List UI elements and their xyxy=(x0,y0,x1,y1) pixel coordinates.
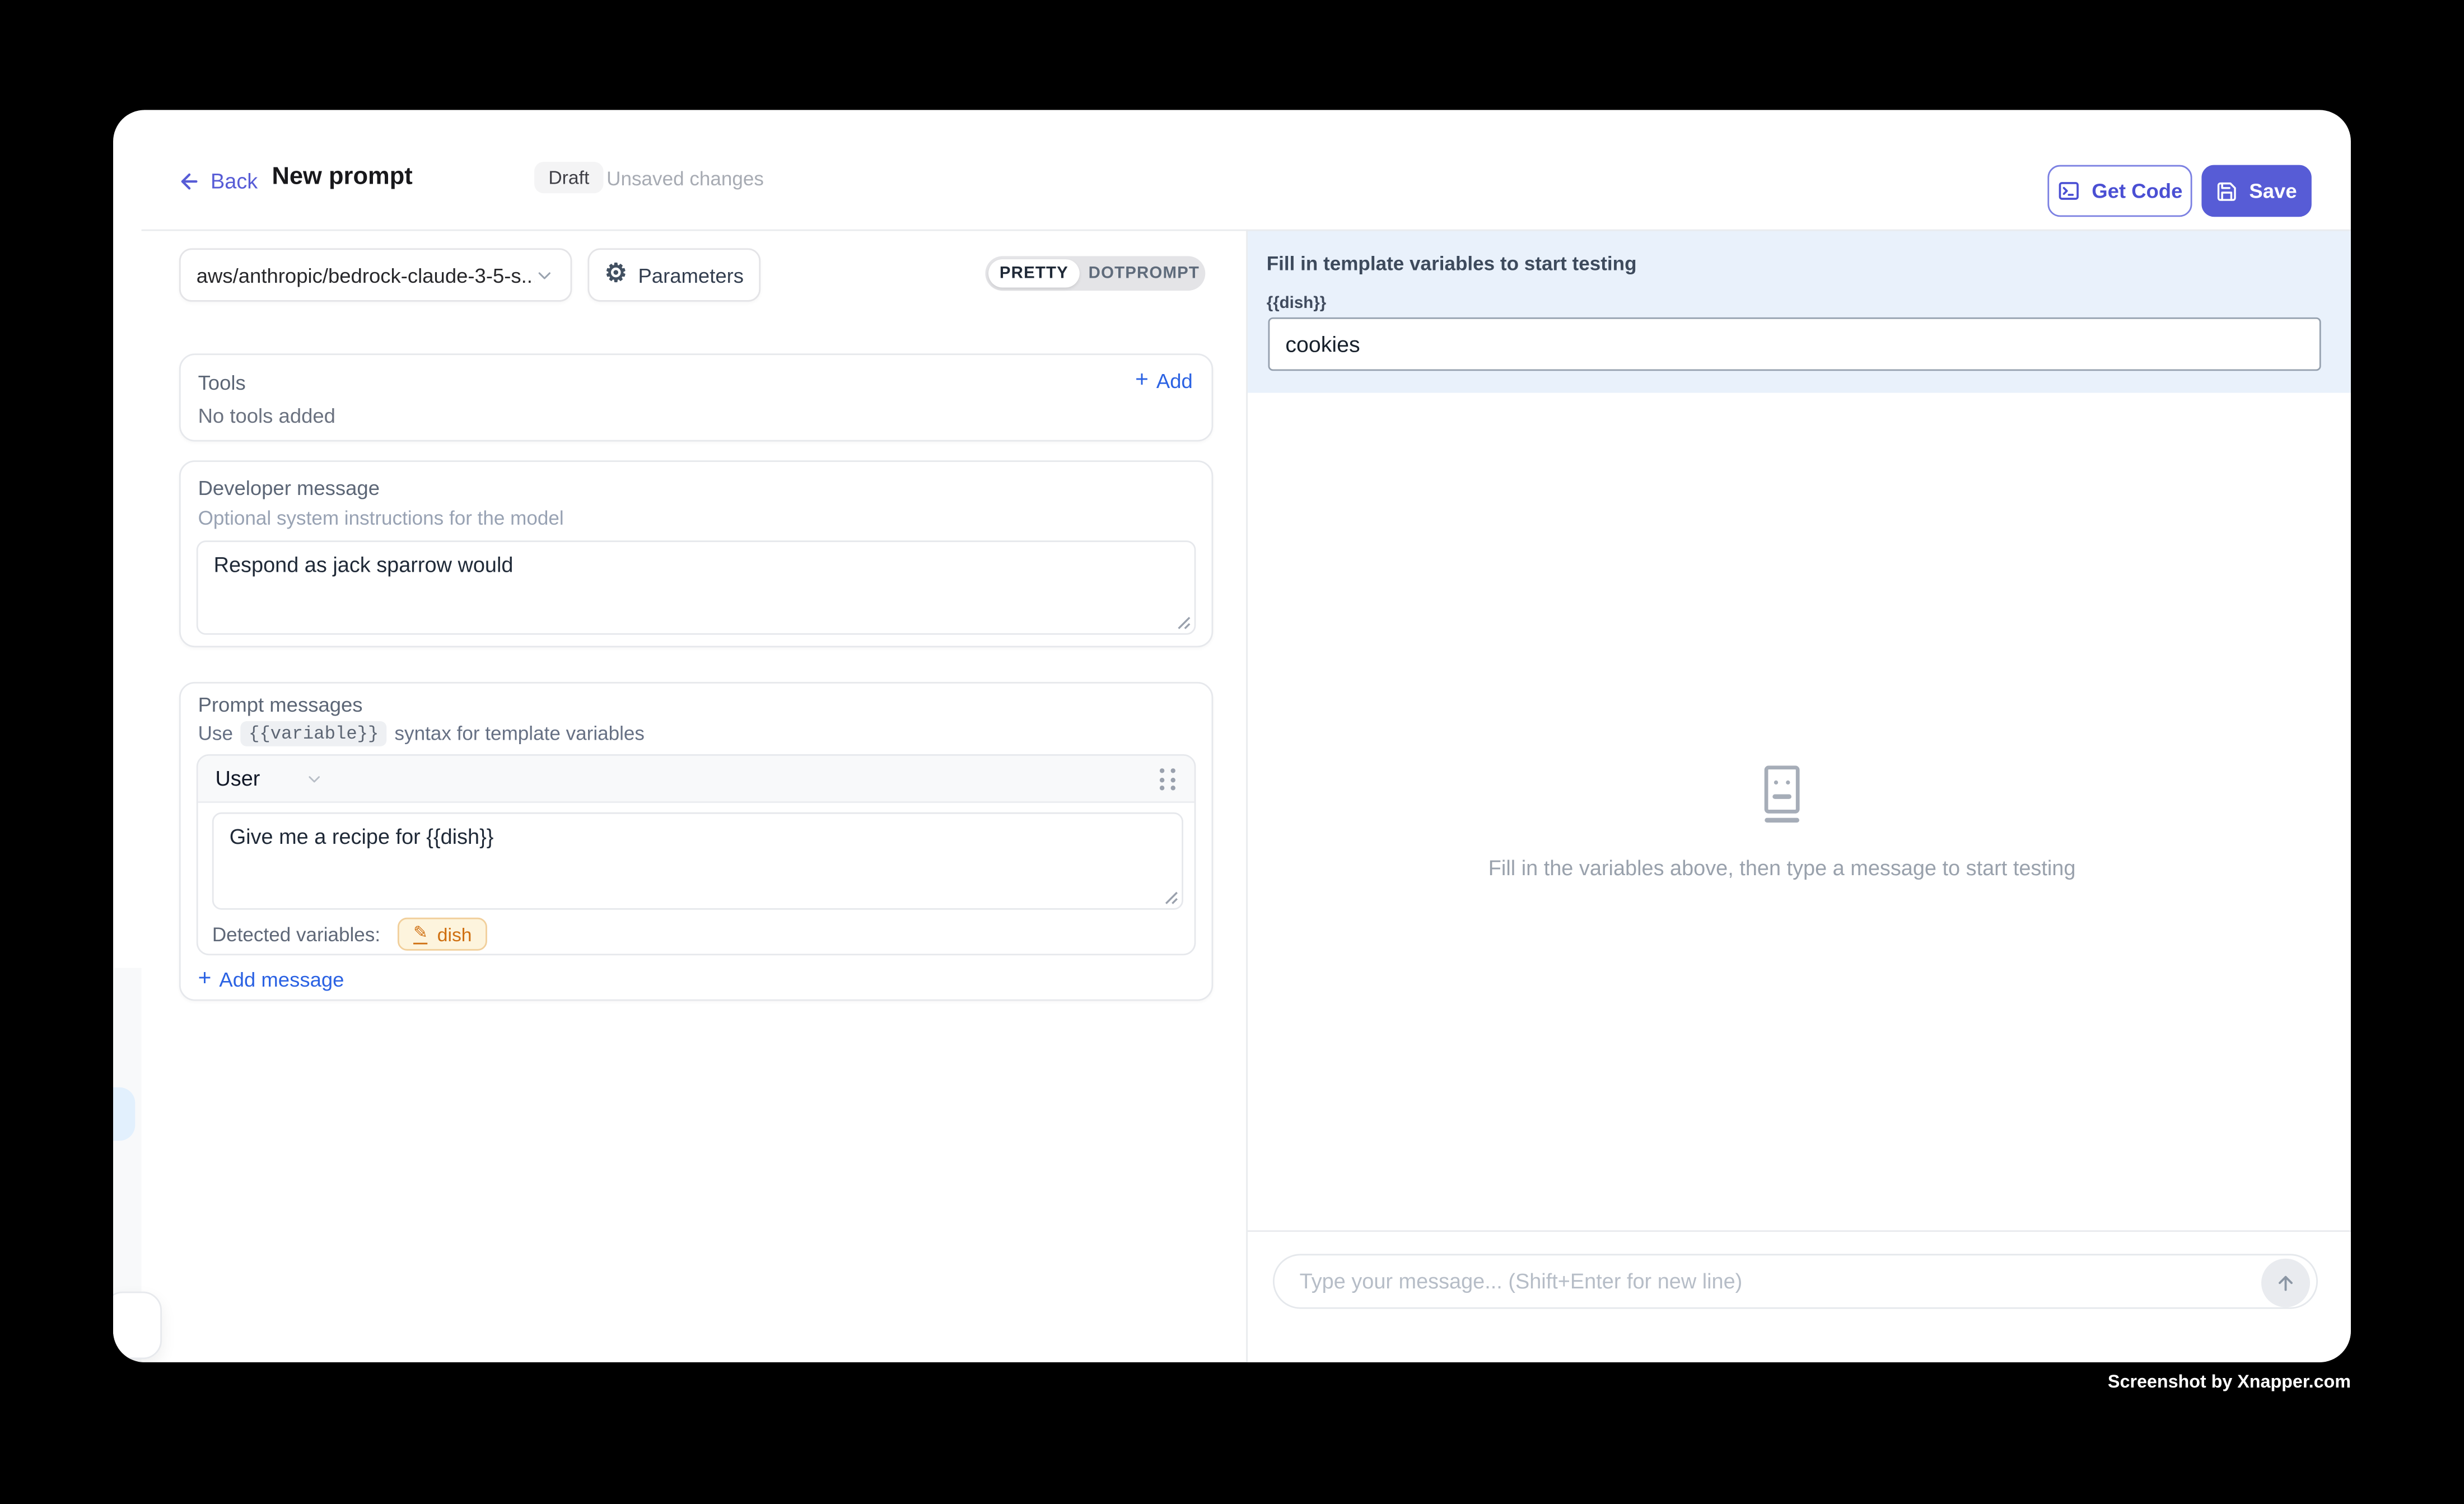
gear-icon: ⚙ xyxy=(605,263,627,288)
prompt-messages-title: Prompt messages xyxy=(198,693,363,716)
plus-icon: + xyxy=(1135,370,1149,393)
chat-input-container xyxy=(1273,1254,2318,1309)
status-badge: Draft xyxy=(534,162,604,193)
role-selector-value: User xyxy=(215,767,260,790)
toggle-option-dotprompt[interactable]: DOTPROMPT xyxy=(1086,256,1202,291)
screenshot-stage: Back New prompt Draft Unsaved changes Ge… xyxy=(0,0,2464,1503)
syntax-hint-prefix: Use xyxy=(198,723,233,745)
message-header: User xyxy=(198,756,1194,803)
model-selector[interactable]: aws/anthropic/bedrock-claude-3-5-s... xyxy=(179,248,572,301)
send-button[interactable] xyxy=(2261,1259,2310,1307)
chevron-down-icon xyxy=(304,769,323,788)
app-window: Back New prompt Draft Unsaved changes Ge… xyxy=(113,110,2351,1362)
chat-empty-state: Fill in the variables above, then type a… xyxy=(1248,765,2316,880)
syntax-hint: Use {{variable}} syntax for template var… xyxy=(198,721,645,746)
parameters-button[interactable]: ⚙ Parameters xyxy=(587,248,760,301)
developer-message-textarea[interactable]: Respond as jack sparrow would xyxy=(198,542,1194,633)
format-toggle[interactable]: PRETTY DOTPROMPT xyxy=(985,256,1205,291)
developer-message-title: Developer message xyxy=(198,476,380,499)
add-tool-label: Add xyxy=(1156,369,1193,393)
tools-empty-text: No tools added xyxy=(198,404,335,427)
pencil-icon: ✎ xyxy=(413,924,428,943)
developer-message-field-wrap: Respond as jack sparrow would xyxy=(197,540,1196,634)
role-selector[interactable]: User xyxy=(215,767,323,790)
plus-icon: + xyxy=(198,968,212,991)
add-tool-button[interactable]: + Add xyxy=(1135,369,1193,393)
get-code-label: Get Code xyxy=(2092,179,2182,203)
arrow-up-icon xyxy=(2274,1271,2297,1295)
parameters-label: Parameters xyxy=(638,263,744,287)
prompt-messages-panel: Prompt messages Use {{variable}} syntax … xyxy=(179,682,1213,1001)
save-button[interactable]: Save xyxy=(2201,165,2311,217)
sidebar-active-item-sliver[interactable] xyxy=(113,1087,135,1141)
chat-input-divider xyxy=(1248,1230,2351,1232)
add-message-button[interactable]: + Add message xyxy=(198,968,344,992)
detected-variables-row: Detected variables: ✎ dish xyxy=(212,918,488,951)
drag-handle[interactable] xyxy=(1160,768,1175,790)
variable-name-label: {{dish}} xyxy=(1267,294,1326,313)
prompt-message-block: User Give me a recipe for {{dish}} Detec… xyxy=(197,754,1196,955)
developer-message-panel: Developer message Optional system instru… xyxy=(179,460,1213,647)
page-title: New prompt xyxy=(272,164,412,192)
unsaved-changes-note: Unsaved changes xyxy=(606,168,764,190)
tools-title: Tools xyxy=(198,371,246,394)
arrow-left-icon xyxy=(178,170,201,193)
add-message-label: Add message xyxy=(219,968,344,992)
save-label: Save xyxy=(2249,179,2297,203)
terminal-icon xyxy=(2057,179,2080,203)
model-selector-value: aws/anthropic/bedrock-claude-3-5-s... xyxy=(197,263,534,287)
detected-variables-label: Detected variables: xyxy=(212,923,380,945)
tools-panel: Tools + Add No tools added xyxy=(179,353,1213,441)
format-toggle-active-pill[interactable]: PRETTY xyxy=(988,259,1080,288)
developer-message-subtitle: Optional system instructions for the mod… xyxy=(198,507,564,529)
watermark-text: Screenshot by Xnapper.com xyxy=(2108,1374,2351,1393)
variable-value-input[interactable] xyxy=(1268,317,2321,371)
toggle-option-pretty: PRETTY xyxy=(1000,264,1068,283)
tester-pane: Fill in template variables to start test… xyxy=(1248,231,2351,1362)
variable-badge-dish[interactable]: ✎ dish xyxy=(398,918,488,951)
syntax-hint-suffix: syntax for template variables xyxy=(395,723,645,745)
sidebar-popover-sliver xyxy=(113,1292,162,1360)
chevron-down-icon xyxy=(534,265,554,285)
robot-face-icon xyxy=(1762,765,1803,824)
message-field-wrap: Give me a recipe for {{dish}} xyxy=(212,812,1183,910)
message-textarea[interactable]: Give me a recipe for {{dish}} xyxy=(214,814,1182,908)
get-code-button[interactable]: Get Code xyxy=(2047,165,2192,217)
variables-section: Fill in template variables to start test… xyxy=(1248,231,2351,393)
chat-message-input[interactable] xyxy=(1300,1255,2241,1307)
chat-empty-text: Fill in the variables above, then type a… xyxy=(1488,856,2076,880)
back-button[interactable]: Back xyxy=(178,170,258,193)
variables-section-title: Fill in template variables to start test… xyxy=(1267,253,1637,275)
back-label: Back xyxy=(211,170,258,193)
save-icon xyxy=(2216,180,2238,202)
variable-badge-label: dish xyxy=(437,923,472,945)
syntax-code-chip: {{variable}} xyxy=(241,721,386,746)
